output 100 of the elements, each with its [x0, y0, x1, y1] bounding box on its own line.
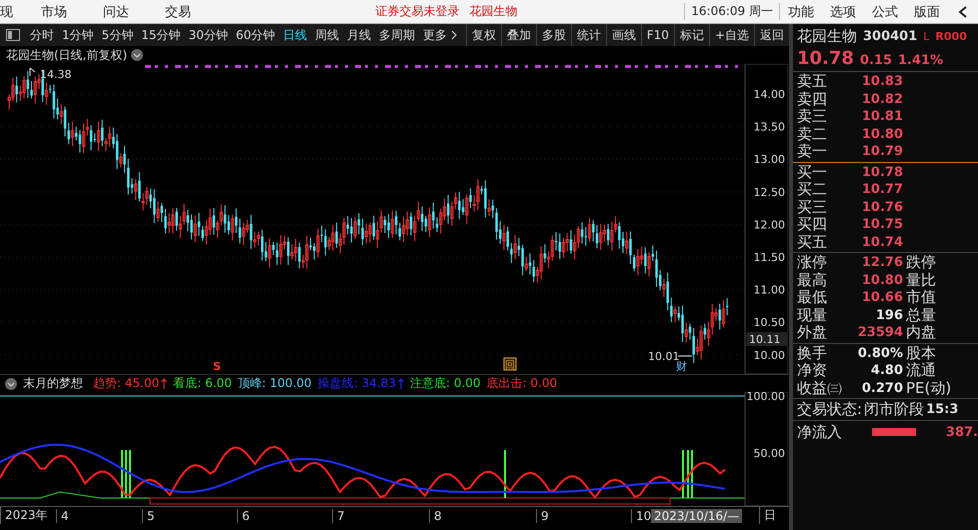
stat-label: 现量 [797, 308, 828, 323]
ask-label: 卖三 [797, 109, 828, 124]
ask-price: 10.80 [860, 126, 903, 142]
status-value: 闭市阶段 [864, 402, 924, 417]
notice-text: 花园生物 [468, 3, 519, 20]
price-change: 0.15 [860, 53, 892, 68]
menu-item[interactable]: 市场 [23, 2, 85, 20]
menu-item[interactable]: 问达 [85, 2, 147, 20]
stat-label: PE(动) [905, 380, 952, 396]
ask-price: 10.81 [860, 109, 903, 124]
period-tab[interactable]: 1分钟 [58, 26, 98, 44]
panel-toggle-icon[interactable] [6, 29, 20, 41]
price-axis-label: 12.00 [754, 218, 785, 232]
price-axis-label: 12.50 [754, 186, 785, 199]
menu-item[interactable]: 选项 [822, 2, 864, 20]
stat-label: 市值 [905, 290, 937, 306]
bid-label: 买三 [797, 200, 828, 215]
time-axis-label: 7 [332, 508, 429, 522]
status-time: 15:3 [926, 402, 958, 417]
chevron-right-icon[interactable] [451, 30, 458, 40]
indicator-axis-label: 100.00 [746, 392, 785, 403]
indicator-value: 趋势: 45.00 [93, 375, 160, 392]
menu-item[interactable]: 现 [0, 2, 23, 20]
finance-mark: 财 [676, 360, 687, 373]
stat-label: 换手 [797, 346, 828, 361]
event-box-mark: 回 [504, 358, 516, 371]
price-axis-label: 11.50 [754, 251, 785, 264]
ask-price: 10.83 [860, 74, 903, 90]
ask-label: 卖五 [797, 74, 828, 90]
ask-label: 卖二 [797, 126, 828, 142]
bid-label: 买四 [797, 217, 828, 232]
bid-label: 买一 [797, 164, 828, 180]
period-tab[interactable]: 月线 [343, 26, 376, 44]
indicator-value: 顶峰: 100.00 [238, 375, 312, 392]
stat-value: 0.80% [856, 346, 903, 361]
bid-price: 10.76 [860, 200, 903, 215]
menu-item[interactable]: 版面 [906, 2, 948, 20]
low-price-label: 10.01 [648, 350, 680, 363]
percent-change: 1.41% [898, 53, 944, 68]
flag-text: R000 [935, 30, 967, 42]
time-axis-label: 8 [429, 508, 536, 522]
peak-pointer-icon [30, 68, 36, 76]
menu-item[interactable]: 公式 [864, 2, 906, 20]
period-tab[interactable]: 周线 [311, 26, 344, 44]
period-tab[interactable]: 15分钟 [137, 26, 185, 44]
stat-label: 外盘 [797, 325, 828, 340]
dropdown-icon[interactable] [5, 378, 17, 390]
indicator-axis-label: 50.00 [754, 447, 785, 460]
stat-label: 流通 [905, 363, 937, 378]
current-price-tag: 10.11 [746, 332, 788, 346]
stat-label: 最低 [797, 290, 828, 306]
bid-price: 10.74 [860, 234, 903, 250]
stat-label: 总量 [905, 308, 937, 323]
dropdown-icon[interactable] [131, 49, 144, 61]
stat-value: 196 [874, 308, 903, 323]
price-axis-label: 13.00 [754, 153, 785, 166]
stat-value: 10.66 [860, 290, 903, 306]
stat-value: 4.80 [870, 363, 903, 378]
price-axis-label: 14.00 [754, 88, 785, 101]
stat-label: 净资 [797, 363, 828, 378]
menu-item[interactable]: 功能 [780, 2, 822, 20]
sell-signal-mark: S [213, 360, 221, 373]
period-tab[interactable]: 日线 [279, 26, 312, 44]
last-price: 10.78 [797, 48, 854, 69]
price-axis-label: 13.50 [754, 120, 785, 134]
time-axis-label: 9 [536, 508, 631, 522]
ask-price: 10.79 [860, 144, 903, 160]
indicator-value: 看底: 6.00 [173, 375, 232, 392]
price-axis-label: 10.00 [754, 348, 785, 362]
chart-title: 花园生物(日线,前复权) [6, 46, 128, 64]
clock-text: 16:06:09 周一 [684, 3, 780, 20]
period-tab[interactable]: 分时 [26, 26, 58, 44]
stock-name: 花园生物 [797, 26, 857, 46]
stat-value: 10.80 [860, 272, 903, 288]
stat-label: 跌停 [905, 255, 937, 270]
menu-item[interactable]: 交易 [147, 2, 209, 20]
indicator-value: 注意底: 0.00 [410, 375, 481, 392]
price-axis-label: 10.50 [754, 316, 785, 330]
price-axis-label: 11.00 [754, 284, 785, 297]
inflow-label: 净流入 [797, 424, 842, 440]
period-tab[interactable]: 5分钟 [98, 26, 138, 44]
time-axis-label: 2023年 [0, 507, 56, 524]
stat-value: 12.76 [860, 255, 903, 270]
stat-label: 收益㈢ [797, 380, 843, 396]
period-tab[interactable]: 60分钟 [232, 26, 280, 44]
ask-label: 卖一 [797, 144, 828, 160]
status-label: 交易状态: [797, 402, 862, 417]
stat-label: 内盘 [905, 325, 937, 340]
more-menu-button[interactable]: 更多 [419, 26, 452, 44]
bid-label: 买五 [797, 234, 828, 250]
period-tab[interactable]: 多周期 [375, 26, 420, 44]
time-axis-label: 4 [56, 508, 142, 522]
inflow-value: 387. [946, 424, 978, 440]
flag-text: L [923, 30, 930, 42]
bid-price: 10.78 [860, 164, 903, 180]
indicator-value: 操盘线: 34.83 [318, 375, 396, 392]
period-tab[interactable]: 30分钟 [184, 26, 232, 44]
stat-label: 涨停 [797, 255, 828, 270]
stock-code: 300401 [863, 28, 918, 44]
stat-label: 股本 [905, 346, 937, 361]
